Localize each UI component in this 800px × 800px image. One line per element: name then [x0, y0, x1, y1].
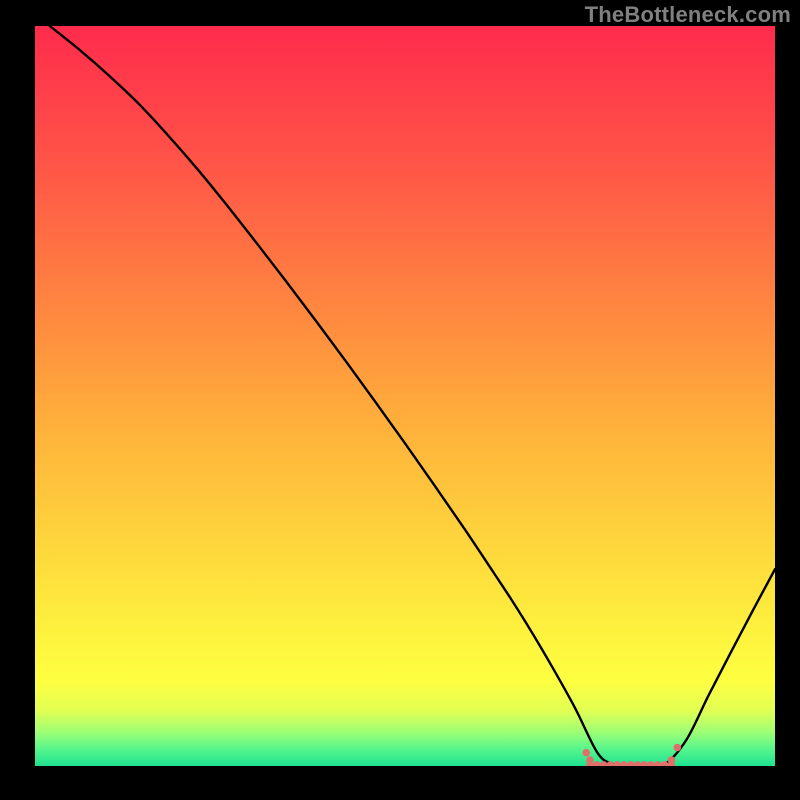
bottleneck-curve: [50, 26, 775, 766]
plot-area: [35, 26, 775, 766]
curve-layer: [35, 26, 775, 766]
chart-frame: TheBottleneck.com: [0, 0, 800, 800]
watermark-text: TheBottleneck.com: [585, 2, 791, 28]
minimum-markers: [583, 744, 682, 766]
